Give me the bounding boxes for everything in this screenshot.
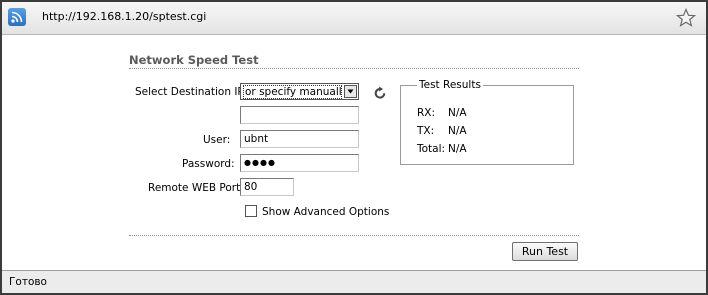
destination-selected-value: or specify manually xyxy=(243,85,342,99)
url-field[interactable]: http://192.168.1.20/sptest.cgi xyxy=(42,10,206,23)
page-title: Network Speed Test xyxy=(129,53,259,67)
refresh-icon[interactable] xyxy=(373,85,387,99)
rx-value: N/A xyxy=(448,107,467,119)
status-text: Готово xyxy=(9,276,47,288)
advanced-options-label[interactable]: Show Advanced Options xyxy=(262,206,389,218)
divider-top xyxy=(129,68,579,69)
chevron-down-icon[interactable] xyxy=(344,85,357,98)
run-test-button[interactable]: Run Test xyxy=(512,242,578,261)
status-bar: Готово xyxy=(2,270,706,293)
destination-label: Select Destination IP: xyxy=(135,86,248,98)
advanced-options-checkbox[interactable] xyxy=(245,205,257,217)
divider-bottom xyxy=(129,235,579,236)
tx-label: TX: xyxy=(417,125,435,137)
rss-icon[interactable] xyxy=(8,8,26,26)
test-results-legend: Test Results xyxy=(417,79,483,91)
browser-window: http://192.168.1.20/sptest.cgi Network S… xyxy=(0,0,708,295)
address-bar[interactable]: http://192.168.1.20/sptest.cgi xyxy=(2,2,706,35)
star-icon[interactable] xyxy=(675,7,697,28)
total-label: Total: xyxy=(417,143,446,155)
user-label: User: xyxy=(203,134,231,146)
password-input[interactable]: ●●●● xyxy=(240,154,359,172)
password-label: Password: xyxy=(182,158,235,170)
tx-value: N/A xyxy=(448,125,467,137)
destination-select[interactable]: or specify manually xyxy=(240,83,359,100)
rx-label: RX: xyxy=(417,107,436,119)
user-input[interactable]: ubnt xyxy=(240,130,359,148)
manual-ip-input[interactable] xyxy=(240,106,359,124)
port-input[interactable]: 80 xyxy=(240,178,294,196)
total-value: N/A xyxy=(448,143,467,155)
port-label: Remote WEB Port: xyxy=(148,182,244,194)
